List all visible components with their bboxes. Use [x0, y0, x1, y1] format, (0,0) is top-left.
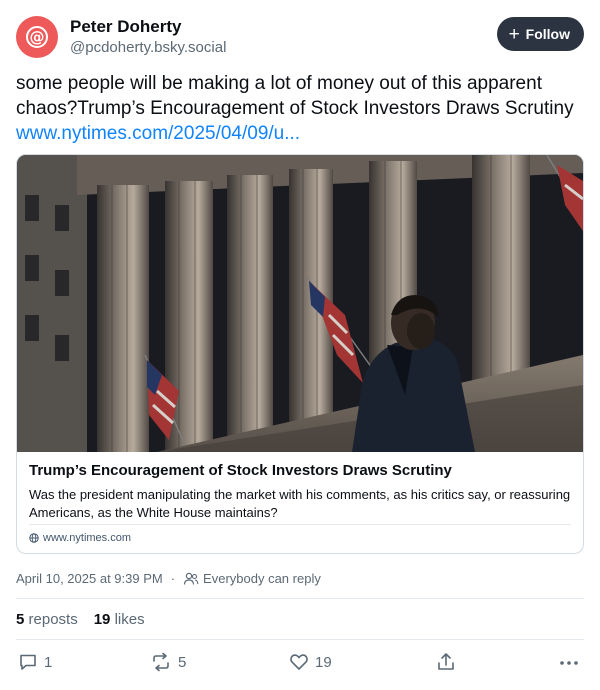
- post-body: some people will be making a lot of mone…: [16, 73, 574, 119]
- globe-icon: [29, 533, 39, 543]
- follow-label: Follow: [525, 26, 570, 42]
- reposts-count: 5: [16, 611, 25, 628]
- heart-icon: [290, 654, 308, 670]
- more-icon: [560, 661, 578, 665]
- at-sign-icon: @: [26, 26, 48, 48]
- reposts-stat[interactable]: 5 reposts: [16, 611, 78, 628]
- stats-top-divider: [16, 598, 584, 599]
- link-card-description: Was the president manipulating the marke…: [29, 487, 571, 520]
- link-card-domain-text: www.nytimes.com: [43, 532, 132, 544]
- likes-count: 19: [93, 611, 111, 628]
- stats-bottom-divider: [16, 639, 584, 640]
- like-button[interactable]: 19: [289, 652, 332, 672]
- meta-separator: ·: [170, 571, 176, 586]
- post-text: some people will be making a lot of mone…: [16, 71, 576, 146]
- share-icon: [438, 653, 454, 670]
- reply-count: 1: [44, 653, 53, 671]
- reply-setting: Everybody can reply: [183, 571, 321, 586]
- likes-label: likes: [114, 611, 145, 628]
- reply-button[interactable]: 1: [18, 652, 52, 672]
- likes-stat[interactable]: 19 likes: [94, 611, 145, 628]
- post-meta: April 10, 2025 at 9:39 PM · Everybody ca…: [16, 571, 321, 586]
- repost-button[interactable]: 5: [150, 652, 186, 672]
- follow-button[interactable]: + Follow: [496, 17, 584, 51]
- avatar[interactable]: @: [16, 16, 58, 58]
- share-button[interactable]: [436, 652, 456, 672]
- plus-icon: +: [508, 23, 520, 45]
- link-card-image: [17, 155, 583, 452]
- repost-icon: [153, 652, 169, 672]
- link-card-domain: www.nytimes.com: [29, 532, 131, 544]
- reposts-label: reposts: [28, 611, 78, 628]
- engagement-stats: 5 reposts 19 likes: [16, 611, 145, 628]
- author-handle[interactable]: @pcdoherty.bsky.social: [70, 39, 226, 56]
- action-bar: 1 5 19: [16, 652, 584, 676]
- reply-icon: [20, 654, 36, 670]
- reply-setting-label: Everybody can reply: [203, 571, 321, 586]
- more-options-button[interactable]: [558, 652, 580, 672]
- link-card-divider: [29, 524, 571, 525]
- people-icon: [183, 572, 199, 585]
- like-count: 19: [315, 653, 332, 671]
- link-card[interactable]: Trump’s Encouragement of Stock Investors…: [16, 154, 584, 554]
- repost-count: 5: [178, 653, 187, 671]
- post-link[interactable]: www.nytimes.com/2025/04/09/u...: [16, 123, 300, 144]
- link-card-title: Trump’s Encouragement of Stock Investors…: [29, 462, 452, 479]
- author-display-name[interactable]: Peter Doherty: [70, 17, 181, 37]
- post-timestamp[interactable]: April 10, 2025 at 9:39 PM: [16, 571, 163, 586]
